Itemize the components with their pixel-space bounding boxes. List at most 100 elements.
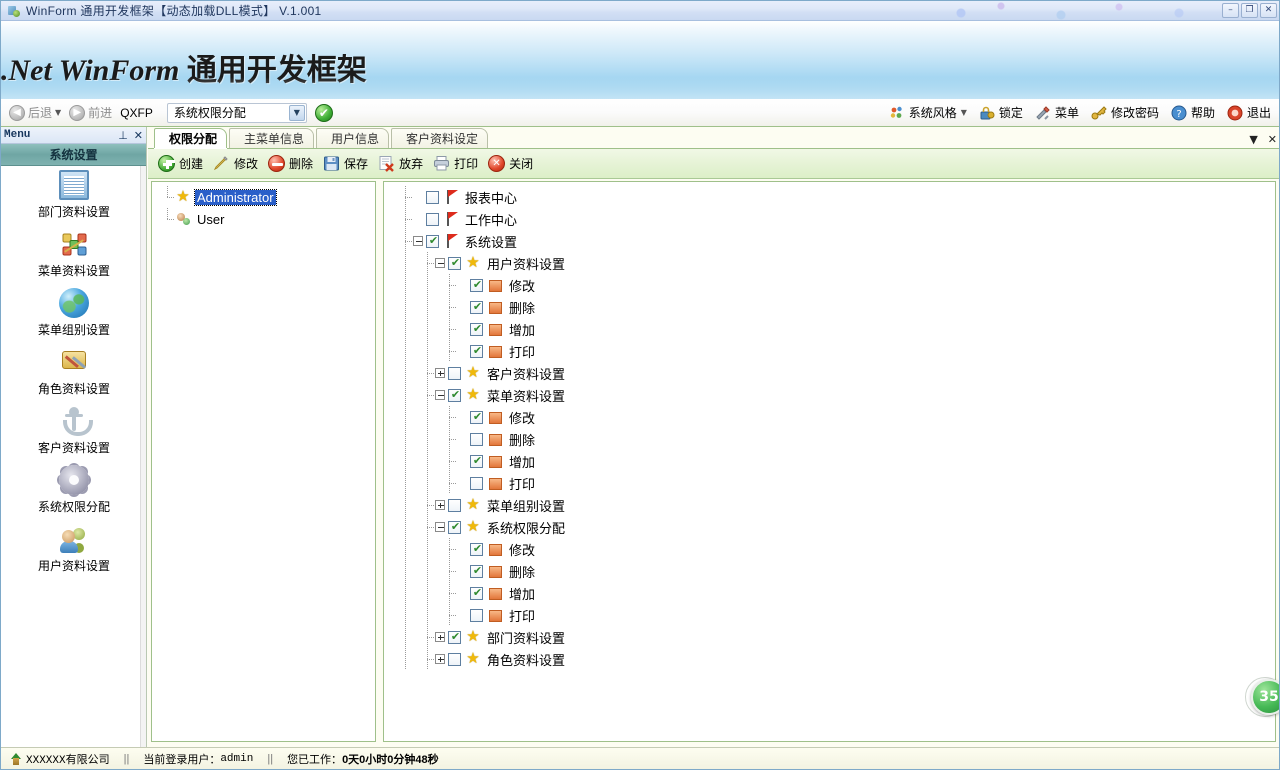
help-button[interactable]: ? 帮助 xyxy=(1165,101,1221,125)
sidebar-item-department[interactable]: 部门资料设置 xyxy=(1,166,146,225)
tab-user-info[interactable]: 用户信息 xyxy=(316,128,390,148)
permission-checkbox[interactable] xyxy=(470,322,484,336)
tree-row[interactable]: 打印 xyxy=(384,604,1275,626)
change-password-button[interactable]: 修改密码 xyxy=(1085,101,1165,125)
style-caret-icon[interactable]: ▼ xyxy=(961,108,967,117)
discard-button[interactable]: 放弃 xyxy=(376,151,431,177)
close-button[interactable]: ✕ xyxy=(1260,3,1277,18)
tree-row[interactable]: 修改 xyxy=(384,406,1275,428)
tree-row[interactable]: 系统权限分配 xyxy=(384,516,1275,538)
tree-row[interactable]: 角色资料设置 xyxy=(384,648,1275,670)
tree-row[interactable]: 打印 xyxy=(384,340,1275,362)
tree-row[interactable]: Administrator xyxy=(152,186,375,208)
tree-row[interactable]: 报表中心 xyxy=(384,186,1275,208)
star-icon xyxy=(465,517,481,535)
tree-row[interactable]: 删除 xyxy=(384,296,1275,318)
permission-checkbox[interactable] xyxy=(470,410,484,424)
save-button[interactable]: 保存 xyxy=(321,151,376,177)
tab-strip-controls: ▼ ✕ xyxy=(1249,133,1277,146)
sidebar-item-menu-group[interactable]: 菜单组别设置 xyxy=(1,284,146,343)
edit-button[interactable]: 修改 xyxy=(211,151,266,177)
permission-checkbox[interactable] xyxy=(470,476,483,490)
permission-checkbox[interactable] xyxy=(448,630,462,644)
tree-row[interactable]: 删除 xyxy=(384,428,1275,450)
tab-permission-assignment[interactable]: 权限分配 xyxy=(154,128,228,148)
sidebar-item-customer[interactable]: 客户资料设置 xyxy=(1,402,146,461)
tree-row[interactable]: 删除 xyxy=(384,560,1275,582)
tree-row[interactable]: 增加 xyxy=(384,450,1275,472)
tree-row[interactable]: 增加 xyxy=(384,318,1275,340)
sidebar-item-user[interactable]: 用户资料设置 xyxy=(1,520,146,579)
back-button[interactable]: ◀ 后退 ▼ xyxy=(5,101,65,125)
back-caret-icon[interactable]: ▼ xyxy=(55,108,61,117)
permission-tree-panel: 报表中心工作中心系统设置用户资料设置修改删除增加打印客户资料设置菜单资料设置修改… xyxy=(383,181,1276,742)
tree-row[interactable]: User xyxy=(152,208,375,230)
permission-checkbox[interactable] xyxy=(426,190,439,204)
permission-checkbox[interactable] xyxy=(470,300,484,314)
expand-plus-icon[interactable] xyxy=(435,368,445,378)
permission-checkbox[interactable] xyxy=(448,652,461,666)
permission-checkbox[interactable] xyxy=(448,366,461,380)
forward-button[interactable]: ▶ 前进 xyxy=(65,101,116,125)
expand-plus-icon[interactable] xyxy=(435,632,445,642)
permission-checkbox[interactable] xyxy=(470,608,483,622)
notification-badge[interactable]: 35 xyxy=(1251,679,1279,715)
minimize-button[interactable]: – xyxy=(1222,3,1239,18)
module-combobox[interactable]: 系统权限分配 ▼ xyxy=(166,102,307,123)
permission-checkbox[interactable] xyxy=(448,256,462,270)
permission-checkbox[interactable] xyxy=(470,278,484,292)
tab-dropdown-icon[interactable]: ▼ xyxy=(1249,133,1257,146)
permission-checkbox[interactable] xyxy=(470,586,484,600)
style-button[interactable]: 系统风格 ▼ xyxy=(883,101,973,125)
permission-checkbox[interactable] xyxy=(470,432,483,446)
create-button[interactable]: 创建 xyxy=(156,151,211,177)
tree-row[interactable]: 用户资料设置 xyxy=(384,252,1275,274)
lock-button[interactable]: 锁定 xyxy=(973,101,1029,125)
tree-row[interactable]: 修改 xyxy=(384,274,1275,296)
confirm-icon[interactable]: ✔ xyxy=(314,103,333,122)
tree-row[interactable]: 菜单资料设置 xyxy=(384,384,1275,406)
permission-checkbox[interactable] xyxy=(470,344,484,358)
menu-button[interactable]: 菜单 xyxy=(1029,101,1085,125)
dock-close-icon[interactable]: ✕ xyxy=(134,129,143,142)
tree-row[interactable]: 修改 xyxy=(384,538,1275,560)
collapse-minus-icon[interactable] xyxy=(435,258,445,268)
print-button[interactable]: 打印 xyxy=(431,151,486,177)
tree-row[interactable]: 工作中心 xyxy=(384,208,1275,230)
permission-checkbox[interactable] xyxy=(448,520,462,534)
permission-checkbox[interactable] xyxy=(470,542,484,556)
permission-checkbox[interactable] xyxy=(448,498,461,512)
permission-checkbox[interactable] xyxy=(448,388,462,402)
tree-row[interactable]: 菜单组别设置 xyxy=(384,494,1275,516)
expand-plus-icon[interactable] xyxy=(435,500,445,510)
exit-button[interactable]: 退出 xyxy=(1221,101,1277,125)
close-button-cmd[interactable]: 关闭 xyxy=(486,151,541,177)
tab-main-menu-info[interactable]: 主菜单信息 xyxy=(229,128,315,148)
collapse-minus-icon[interactable] xyxy=(435,522,445,532)
delete-button[interactable]: 删除 xyxy=(266,151,321,177)
permission-checkbox[interactable] xyxy=(426,234,440,248)
tab-customer-data[interactable]: 客户资料设定 xyxy=(391,128,489,148)
tree-row[interactable]: 部门资料设置 xyxy=(384,626,1275,648)
expand-plus-icon[interactable] xyxy=(435,654,445,664)
permission-checkbox[interactable] xyxy=(470,564,484,578)
tree-row[interactable]: 打印 xyxy=(384,472,1275,494)
maximize-button[interactable]: ❐ xyxy=(1241,3,1258,18)
permission-checkbox[interactable] xyxy=(470,454,484,468)
tree-row[interactable]: 系统设置 xyxy=(384,230,1275,252)
permission-checkbox[interactable] xyxy=(426,212,439,226)
sidebar-item-role[interactable]: 角色资料设置 xyxy=(1,343,146,402)
tree-row[interactable]: 增加 xyxy=(384,582,1275,604)
collapse-minus-icon[interactable] xyxy=(435,390,445,400)
pin-icon[interactable]: ⊥ xyxy=(118,129,128,142)
window-controls[interactable]: – ❐ ✕ xyxy=(1222,3,1277,18)
tree-row[interactable]: 客户资料设置 xyxy=(384,362,1275,384)
collapse-minus-icon[interactable] xyxy=(413,236,423,246)
sidebar-item-menu-data[interactable]: 菜单资料设置 xyxy=(1,225,146,284)
dock-scrollbar[interactable] xyxy=(140,166,146,747)
dock-group-header[interactable]: 系统设置 xyxy=(1,144,146,166)
chevron-down-icon[interactable]: ▼ xyxy=(288,104,305,121)
sidebar-item-permission[interactable]: 系统权限分配 xyxy=(1,461,146,520)
tab-close-icon[interactable]: ✕ xyxy=(1268,133,1277,146)
dock-header: Menu ⊥ ✕ xyxy=(1,127,146,144)
